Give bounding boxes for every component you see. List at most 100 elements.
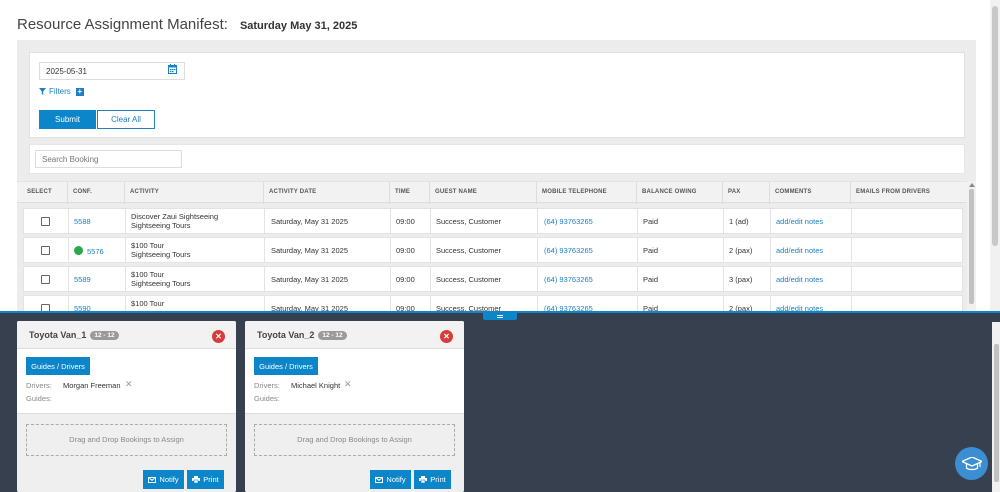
drivers-label: Drivers:	[254, 381, 280, 390]
col-activity: ACTIVITY	[130, 189, 159, 195]
activity-name: $100 Tour	[131, 299, 165, 308]
remove-driver-icon[interactable]: ✕	[344, 379, 352, 390]
phone-link[interactable]: (64) 93763265	[544, 217, 593, 226]
capacity-badge: 12 - 12	[318, 331, 347, 340]
drop-zone[interactable]: Drag and Drop Bookings to Assign	[26, 424, 227, 456]
balance-status: Paid	[643, 217, 659, 226]
clear-all-button[interactable]: Clear All	[97, 110, 155, 129]
status-dot-icon	[74, 246, 83, 255]
col-balance: BALANCE OWING	[642, 189, 697, 195]
capacity-badge: 12 - 12	[90, 331, 119, 340]
print-icon	[192, 476, 201, 483]
table-row[interactable]: 5576 $100 Tour Sightseeing Tours Saturda…	[23, 237, 963, 263]
activity-time: 09:00	[396, 246, 415, 255]
balance-status: Paid	[643, 246, 659, 255]
remove-driver-icon[interactable]: ✕	[125, 379, 133, 390]
select-checkbox[interactable]	[41, 246, 50, 255]
col-guest-name: GUEST NAME	[435, 189, 478, 195]
activity-time: 09:00	[396, 217, 415, 226]
edit-notes-link[interactable]: add/edit notes	[776, 275, 823, 284]
drivers-label: Drivers:	[26, 381, 52, 390]
col-mobile: MOBILE TELEPHONE	[542, 189, 607, 195]
filter-icon	[39, 88, 46, 95]
close-icon[interactable]: ✕	[212, 330, 225, 343]
activity-date: Saturday, May 31 2025	[271, 246, 348, 255]
vehicle-name: Toyota Van_1 12 - 12	[29, 330, 119, 340]
edit-notes-link[interactable]: add/edit notes	[776, 246, 823, 255]
close-icon[interactable]: ✕	[440, 330, 453, 343]
select-checkbox[interactable]	[41, 275, 50, 284]
vehicle-card-header: Toyota Van_2 12 - 12 ✕	[245, 321, 464, 349]
activity-category: Sightseeing Tours	[131, 250, 191, 259]
activity-time: 09:00	[396, 275, 415, 284]
pax-count: 1 (ad)	[729, 217, 749, 226]
page-header: Resource Assignment Manifest: Saturday M…	[17, 16, 357, 33]
phone-link[interactable]: (64) 93763265	[544, 275, 593, 284]
mail-icon	[148, 476, 157, 483]
submit-button[interactable]: Submit	[39, 110, 96, 129]
mail-icon	[375, 476, 384, 483]
table-row[interactable]: 5588 Discover Zaui Sightseeing Sightseei…	[23, 208, 963, 234]
page-scrollbar[interactable]	[990, 0, 1000, 312]
page: Resource Assignment Manifest: Saturday M…	[0, 0, 1000, 492]
guides-label: Guides:	[26, 394, 52, 403]
print-button[interactable]: Print	[187, 470, 224, 489]
select-checkbox[interactable]	[41, 217, 50, 226]
vehicle-card: Toyota Van_2 12 - 12 ✕ Guides / Drivers D…	[245, 321, 464, 492]
conf-link[interactable]: 5588	[74, 217, 91, 226]
edit-notes-link[interactable]: add/edit notes	[776, 217, 823, 226]
table-row[interactable]: 5589 $100 Tour Sightseeing Tours Saturda…	[23, 266, 963, 292]
guest-name: Success, Customer	[436, 217, 502, 226]
notify-button[interactable]: Notify	[370, 470, 411, 489]
balance-status: Paid	[643, 275, 659, 284]
graduation-cap-icon	[961, 456, 982, 470]
table-scroll-thumb[interactable]	[969, 189, 974, 304]
activity-name: Discover Zaui Sightseeing	[131, 212, 219, 221]
calendar-icon[interactable]	[168, 64, 177, 74]
pax-count: 3 (pax)	[729, 275, 753, 284]
col-time: TIME	[395, 189, 411, 195]
col-comments: COMMENTS	[775, 189, 812, 195]
guides-drivers-button[interactable]: Guides / Drivers	[26, 357, 90, 375]
date-field[interactable]: 2025-05-31	[39, 62, 185, 80]
col-activity-date: ACTIVITY DATE	[269, 189, 317, 195]
activity-name: $100 Tour	[131, 241, 165, 250]
filters-label: Filters	[49, 87, 71, 96]
activity-date: Saturday, May 31 2025	[271, 217, 348, 226]
guides-label: Guides:	[254, 394, 280, 403]
table-header: SELECT CONF. ACTIVITY ACTIVITY DATE TIME…	[17, 181, 967, 204]
dock-scroll-thumb[interactable]	[994, 344, 999, 482]
dock-scrollbar[interactable]	[992, 322, 1000, 492]
phone-link[interactable]: (64) 93763265	[544, 246, 593, 255]
driver-name: Morgan Freeman	[63, 381, 121, 390]
filters-toggle[interactable]: Filters +	[39, 87, 84, 96]
guest-name: Success, Customer	[436, 246, 502, 255]
dock-resize-handle[interactable]	[483, 313, 517, 320]
print-button[interactable]: Print	[414, 470, 451, 489]
vehicle-name: Toyota Van_2 12 - 12	[257, 330, 347, 340]
search-booking-input[interactable]	[35, 150, 182, 168]
scroll-up-arrow[interactable]	[969, 183, 975, 187]
col-emails: EMAILS FROM DRIVERS	[856, 189, 931, 195]
conf-link[interactable]: 5576	[74, 246, 104, 256]
plus-icon[interactable]: +	[75, 87, 84, 96]
activity-date: Saturday, May 31 2025	[271, 275, 348, 284]
help-academy-button[interactable]	[955, 447, 988, 480]
page-scroll-thumb[interactable]	[992, 6, 998, 246]
col-conf: CONF.	[73, 189, 92, 195]
driver-name: Michael Knight	[291, 381, 341, 390]
vehicle-card: Toyota Van_1 12 - 12 ✕ Guides / Drivers D…	[17, 321, 236, 492]
activity-category: Sightseeing Tours	[131, 279, 191, 288]
pax-count: 2 (pax)	[729, 246, 753, 255]
print-icon	[419, 476, 428, 483]
activity-category: Sightseeing Tours	[131, 221, 191, 230]
guides-drivers-button[interactable]: Guides / Drivers	[254, 357, 318, 375]
activity-name: $100 Tour	[131, 270, 165, 279]
col-pax: PAX	[728, 189, 741, 195]
guest-name: Success, Customer	[436, 275, 502, 284]
drop-zone[interactable]: Drag and Drop Bookings to Assign	[254, 424, 455, 456]
table-scrollbar[interactable]	[967, 181, 976, 312]
col-select: SELECT	[27, 189, 52, 195]
conf-link[interactable]: 5589	[74, 275, 91, 284]
notify-button[interactable]: Notify	[143, 470, 184, 489]
